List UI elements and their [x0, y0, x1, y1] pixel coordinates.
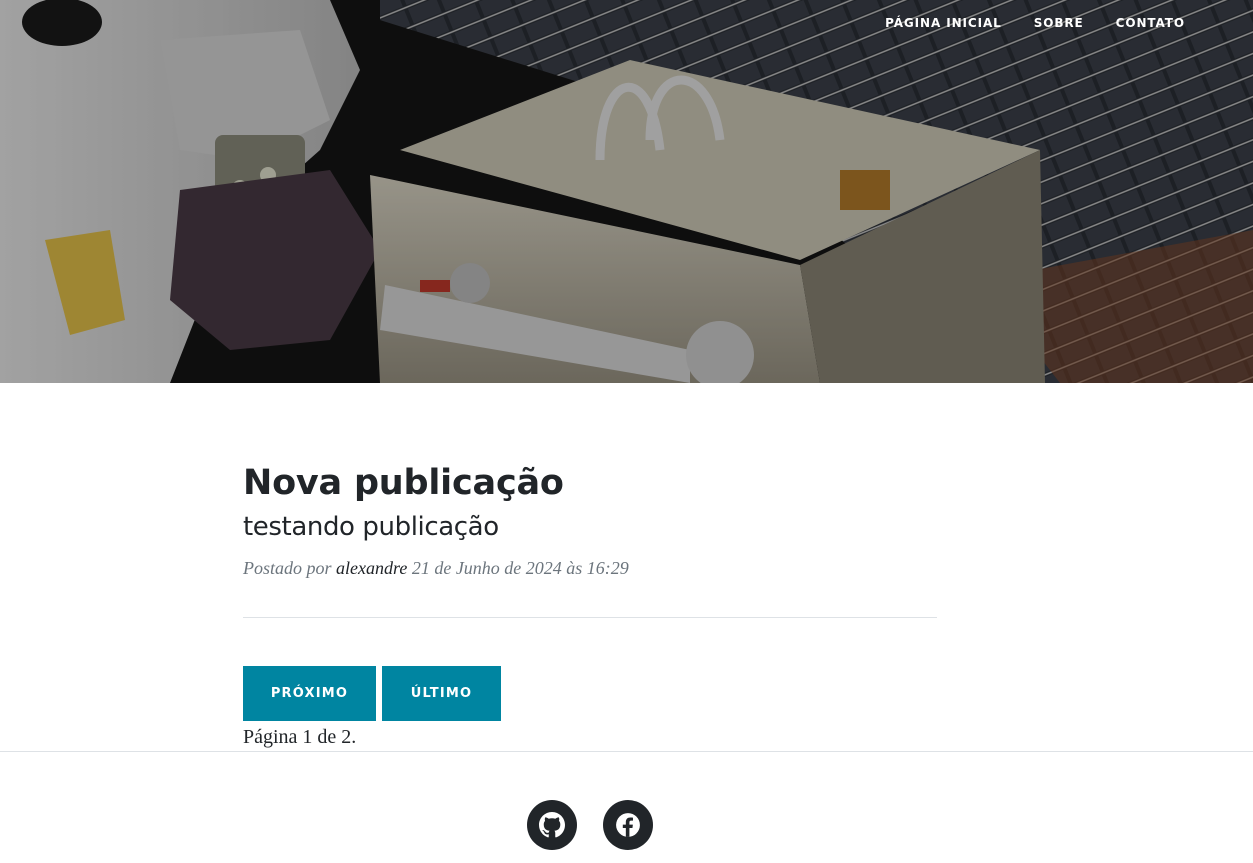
nav-link-contact[interactable]: CONTATO	[1100, 15, 1201, 31]
post-title[interactable]: Nova publicação	[243, 460, 937, 506]
masthead: PÁGINA INICIAL SOBRE CONTATO	[0, 0, 1253, 383]
pagination: PRÓXIMO ÚLTIMO	[243, 666, 501, 721]
github-icon	[539, 812, 565, 838]
post-meta-prefix: Postado por	[243, 558, 332, 578]
hero-dark-overlay	[0, 0, 1253, 383]
post-date: 21 de Junho de 2024 às 16:29	[411, 558, 629, 578]
post-meta: Postado por alexandre 21 de Junho de 202…	[243, 556, 937, 580]
last-page-button[interactable]: ÚLTIMO	[382, 666, 501, 721]
page-indicator: Página 1 de 2.	[243, 726, 357, 748]
post-subtitle[interactable]: testando publicação	[243, 510, 937, 544]
footer-divider	[0, 751, 1253, 752]
main-navigation: PÁGINA INICIAL SOBRE CONTATO	[869, 15, 1201, 31]
github-link[interactable]	[527, 800, 577, 850]
facebook-link[interactable]	[603, 800, 653, 850]
facebook-icon	[616, 813, 640, 837]
post-divider	[243, 617, 937, 618]
post-preview[interactable]: Nova publicação testando publicação Post…	[243, 460, 937, 580]
post-author[interactable]: alexandre	[336, 558, 407, 578]
next-page-button[interactable]: PRÓXIMO	[243, 666, 376, 721]
nav-link-about[interactable]: SOBRE	[1018, 15, 1100, 31]
social-links	[527, 800, 653, 850]
nav-link-home[interactable]: PÁGINA INICIAL	[869, 15, 1018, 31]
